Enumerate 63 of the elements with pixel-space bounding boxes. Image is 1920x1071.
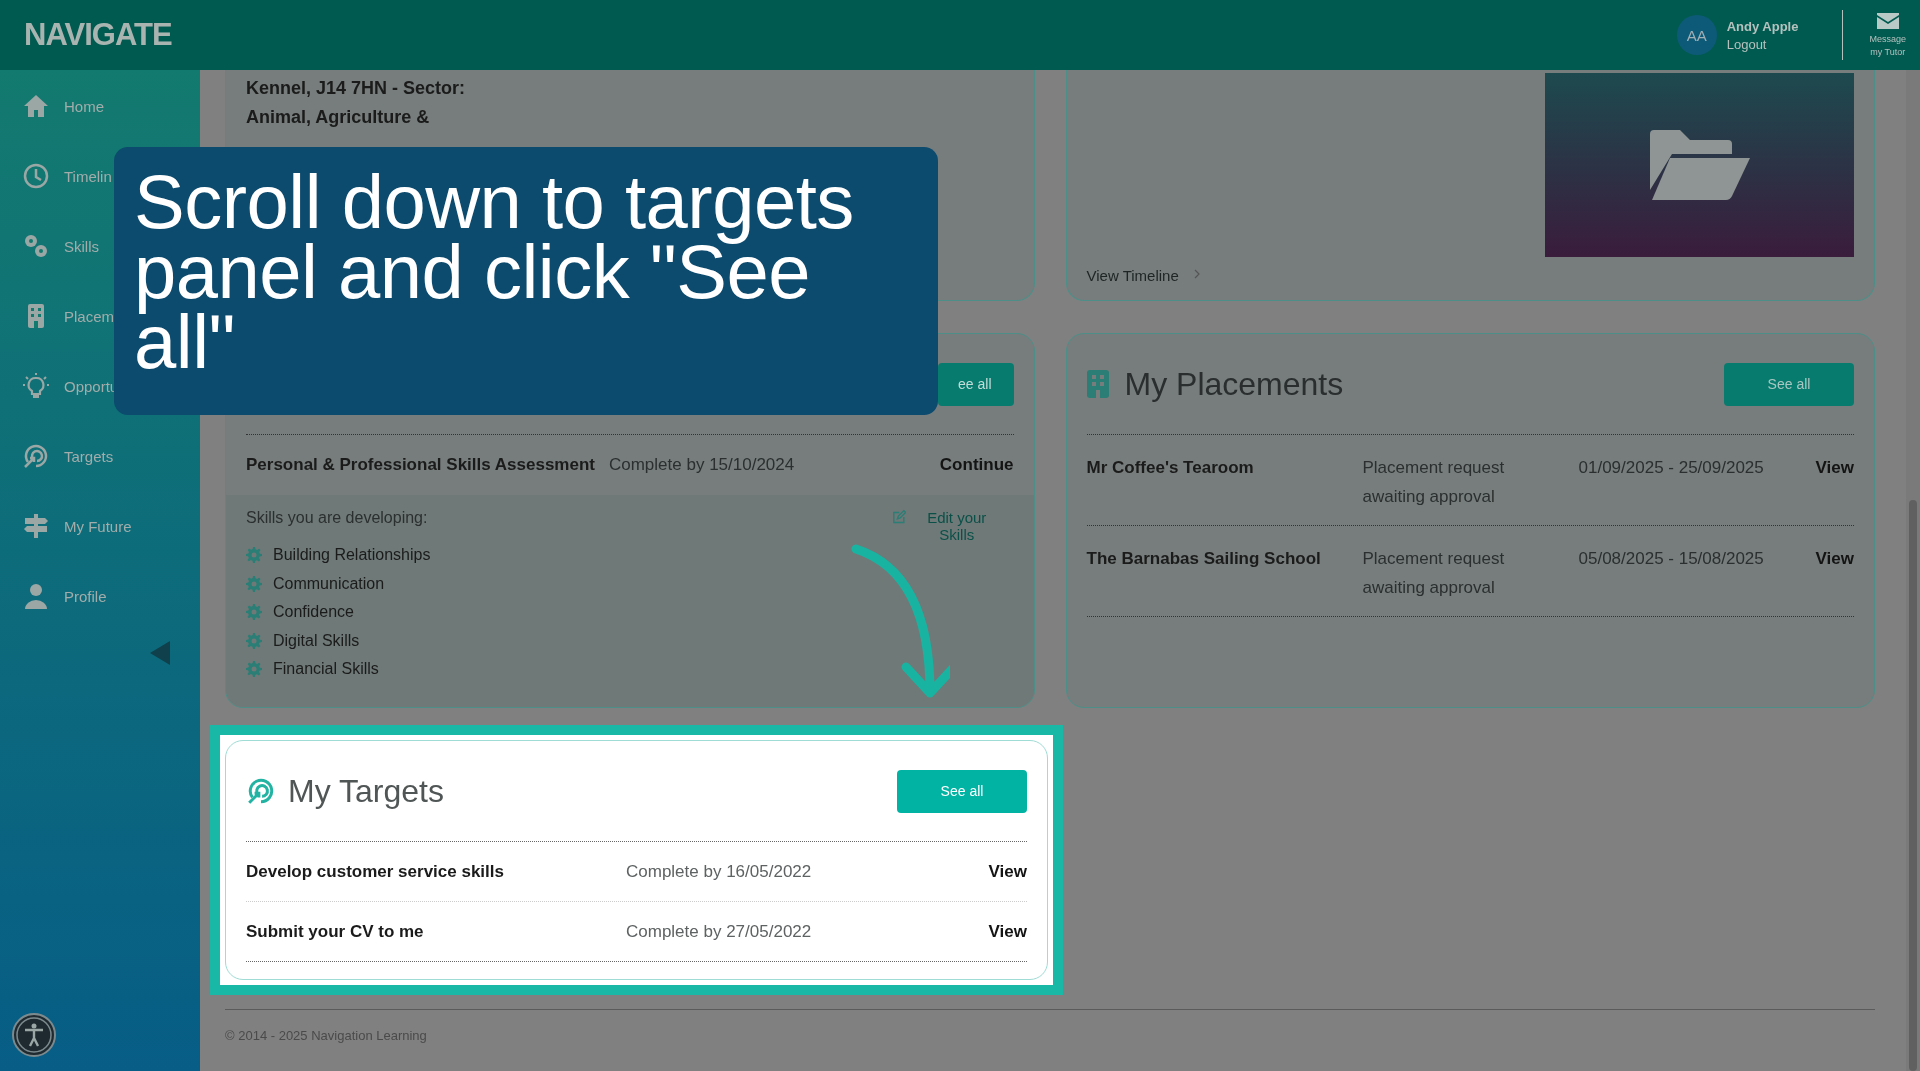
due-date: Complete by 27/05/2022 — [626, 921, 812, 942]
sidebar-item[interactable]: Profile — [0, 581, 107, 611]
edit-skills-link[interactable]: Edit your Skills — [891, 509, 1002, 693]
sidebar-item[interactable]: My Future — [0, 511, 132, 541]
placement-dates: 05/08/2025 - 15/08/2025 — [1578, 548, 1764, 570]
placement-dates: 01/09/2025 - 25/09/2025 — [1578, 457, 1764, 479]
logo[interactable]: NAVIGATE — [24, 17, 172, 53]
see-all-button[interactable]: See all — [897, 769, 1027, 813]
sidebar-item[interactable]: Placem — [0, 301, 115, 331]
message-tutor-link[interactable]: Message my Tutor — [1869, 33, 1906, 58]
skill-name: Financial Skills — [273, 660, 379, 679]
gear-icon — [246, 575, 262, 592]
user-name: Andy Apple — [1726, 18, 1799, 34]
signpost-icon — [22, 512, 50, 540]
placement-status: Placement request awaiting approval — [1362, 548, 1506, 599]
placement-name: Mr Coffee's Tearoom — [1086, 457, 1255, 479]
gear-icon — [246, 604, 262, 621]
sidebar-item[interactable]: Targets — [0, 441, 114, 471]
placement-status: Placement request awaiting approval — [1362, 457, 1506, 508]
target-icon — [22, 442, 50, 470]
placement-name: The Barnabas Sailing School — [1086, 548, 1322, 570]
logout-link[interactable]: Logout — [1726, 36, 1799, 52]
view-timeline-link[interactable]: View Timeline — [1086, 267, 1179, 284]
see-all-button[interactable]: ee all — [937, 362, 1014, 406]
person-icon — [22, 582, 50, 610]
card-title: My Placements — [1124, 365, 1345, 403]
skill-name: Building Relationships — [273, 546, 431, 565]
assessment-title: Personal & Professional Skills Assessment — [246, 455, 595, 475]
scrollbar-thumb[interactable] — [1909, 500, 1917, 1071]
target-name: Submit your CV to me — [246, 921, 425, 942]
edit-icon — [891, 509, 907, 525]
skill-name: Communication — [273, 574, 385, 593]
view-link[interactable]: View — [1815, 453, 1854, 482]
card-title: My Targets — [288, 772, 445, 810]
envelope-icon[interactable] — [1875, 12, 1900, 31]
target-name: Develop customer service skills — [246, 861, 505, 882]
skills-heading: Skills you are developing: — [246, 509, 429, 527]
folder-icon — [1649, 130, 1750, 200]
sidebar-item[interactable]: Skills — [0, 231, 99, 261]
skill-name: Digital Skills — [273, 631, 360, 650]
due-date: Complete by 15/10/2024 — [608, 455, 795, 475]
sidebar-item[interactable]: Timelin — [0, 161, 112, 191]
due-date: Complete by 16/05/2022 — [626, 861, 812, 882]
gear-icon — [246, 547, 262, 564]
avatar[interactable]: AA — [1676, 15, 1717, 55]
gear-icon — [246, 661, 262, 678]
view-link[interactable]: View — [988, 861, 1027, 882]
placement-address: Kennel, J14 7HN - Sector: Animal, Agriculture & — [246, 77, 467, 129]
skill-name: Confidence — [273, 603, 354, 622]
view-link[interactable]: View — [1815, 544, 1854, 573]
lightbulb-icon — [22, 372, 50, 400]
view-link[interactable]: View — [988, 921, 1027, 942]
clock-icon — [22, 162, 50, 190]
home-icon — [22, 92, 50, 120]
target-icon — [246, 776, 276, 806]
accessibility-icon[interactable] — [12, 1013, 56, 1057]
sidebar-item[interactable]: Home — [0, 91, 104, 121]
see-all-button[interactable]: See all — [1724, 362, 1854, 406]
tutorial-text: Scroll down to targets panel and click "See all" — [134, 167, 855, 377]
chevron-icon — [1193, 269, 1200, 279]
continue-link[interactable]: Continue — [939, 455, 1014, 475]
building-icon — [1086, 370, 1109, 398]
gear-icon — [246, 632, 262, 649]
